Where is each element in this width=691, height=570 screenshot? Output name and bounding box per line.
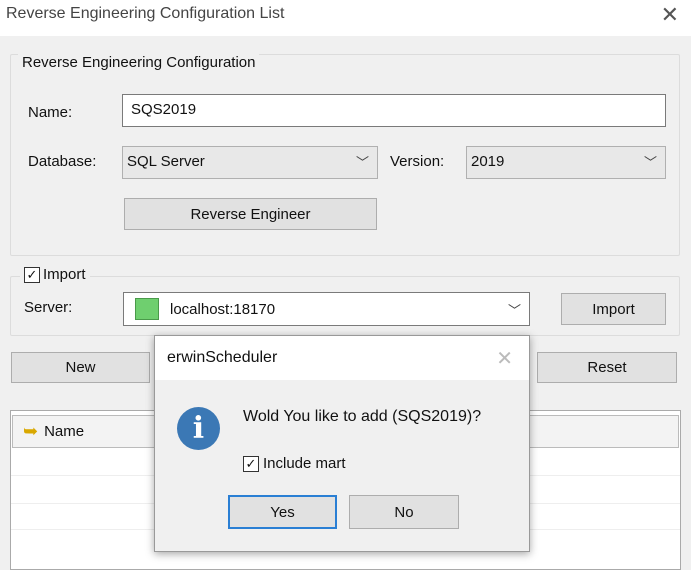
database-label: Database: [28,153,97,170]
info-icon: i [177,407,220,450]
database-select[interactable]: SQL Server ﹀ [122,146,378,179]
server-select[interactable]: localhost:18170 ﹀ [123,292,530,326]
name-input[interactable]: SQS2019 [122,94,666,127]
reverse-engineer-button[interactable]: Reverse Engineer [124,198,377,230]
reset-button[interactable]: Reset [537,352,677,383]
import-checkbox-label: Import [43,266,86,283]
import-checkbox[interactable]: ✓ Import [20,266,90,283]
include-mart-checkbox[interactable]: ✓ Include mart [243,455,346,472]
import-button[interactable]: Import [561,293,666,325]
title-bar: Reverse Engineering Configuration List [0,0,691,36]
dialog-title: erwinScheduler [167,349,278,366]
config-group-title: Reverse Engineering Configuration [18,54,260,71]
no-button[interactable]: No [349,495,459,529]
checkbox-check-icon: ✓ [243,455,259,472]
database-value: SQL Server [127,153,205,170]
server-color-swatch [135,298,159,320]
chevron-down-icon: ﹀ [507,303,521,318]
new-button[interactable]: New [11,352,150,383]
include-mart-label: Include mart [263,455,346,472]
confirm-dialog: erwinScheduler ✕ i Wold You like to add … [154,335,530,552]
version-value: 2019 [471,153,505,170]
close-icon[interactable]: ✕ [661,2,679,28]
server-value: localhost:18170 [170,301,276,318]
checkbox-check-icon: ✓ [24,266,40,283]
version-select[interactable]: 2019 ﹀ [466,146,666,179]
chevron-down-icon: ﹀ [643,155,657,170]
folder-arrow-icon: ➥ [23,421,39,441]
server-label: Server: [24,299,73,316]
column-name-label: Name [44,423,85,440]
dialog-message: Wold You like to add (SQS2019)? [243,408,482,425]
window-title: Reverse Engineering Configuration List [6,5,285,22]
yes-button[interactable]: Yes [228,495,337,529]
version-label: Version: [390,153,445,170]
dialog-title-bar: erwinScheduler ✕ [155,336,529,380]
chevron-down-icon: ﹀ [355,155,369,170]
name-label: Name: [28,104,73,121]
dialog-close-icon[interactable]: ✕ [496,346,513,371]
